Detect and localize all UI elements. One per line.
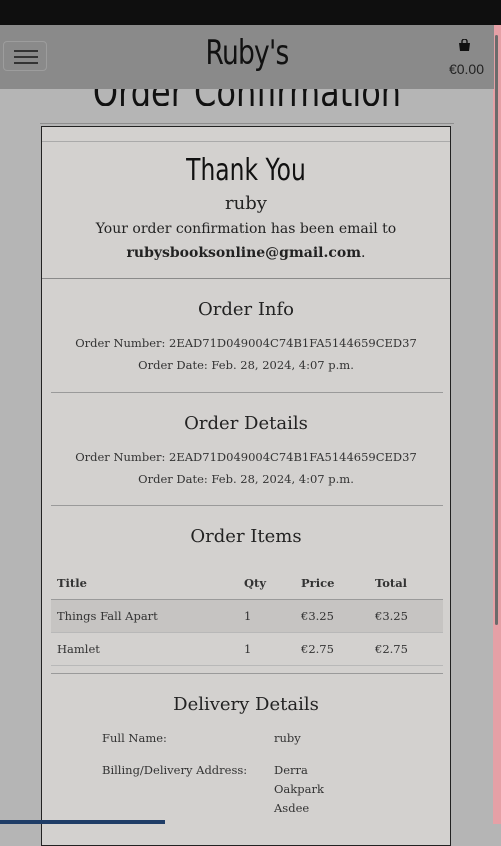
address-label: Billing/Delivery Address: xyxy=(102,763,248,777)
delivery-details-title: Delivery Details xyxy=(173,694,319,715)
scrollbar-track[interactable] xyxy=(493,25,501,824)
table-row: Things Fall Apart 1 €3.25 €3.25 xyxy=(51,599,443,633)
order-items-table: Title Qty Price Total Things Fall Apart … xyxy=(51,567,443,666)
order-confirmation-card: Thank You ruby Your order confirmation h… xyxy=(41,126,451,846)
heading-divider xyxy=(40,123,454,124)
address-line: Derra xyxy=(274,763,308,777)
section-divider xyxy=(51,673,443,674)
item-price: €3.25 xyxy=(295,599,369,633)
order-info-date: Order Date: Feb. 28, 2024, 4:07 p.m. xyxy=(138,358,354,372)
browser-top-bar xyxy=(0,0,501,25)
item-title: Hamlet xyxy=(51,632,238,666)
shopping-bag-icon xyxy=(459,39,470,51)
column-header-price: Price xyxy=(295,567,369,600)
confirmation-email: rubysbooksonline@gmail.com xyxy=(126,245,362,261)
order-details-date: Order Date: Feb. 28, 2024, 4:07 p.m. xyxy=(138,472,354,486)
menu-icon-bar xyxy=(14,62,38,64)
section-divider xyxy=(42,278,450,279)
item-qty: 1 xyxy=(238,599,295,633)
confirmation-message: Your order confirmation has been email t… xyxy=(95,221,397,237)
navbar: Ruby's €0.00 xyxy=(0,25,494,89)
order-details-number: Order Number: 2EAD71D049004C74B1FA514465… xyxy=(75,450,417,464)
brand-logo[interactable]: Ruby's xyxy=(54,33,439,73)
menu-icon-bar xyxy=(14,56,38,58)
order-info-title: Order Info xyxy=(197,299,295,320)
scrollbar-thumb[interactable] xyxy=(495,35,498,625)
item-price: €2.75 xyxy=(295,632,369,666)
card-top-divider xyxy=(42,141,450,142)
column-header-qty: Qty xyxy=(238,567,295,600)
bottom-status-bar xyxy=(0,820,165,824)
table-header-row: Title Qty Price Total xyxy=(51,567,443,600)
item-qty: 1 xyxy=(238,632,295,666)
order-info-number: Order Number: 2EAD71D049004C74B1FA514465… xyxy=(75,336,417,350)
customer-name: ruby xyxy=(225,193,267,214)
address-line: Oakpark xyxy=(274,782,324,796)
order-details-title: Order Details xyxy=(184,413,308,434)
menu-toggle-button[interactable] xyxy=(3,41,47,71)
full-name-value: ruby xyxy=(274,731,301,745)
address-line: Asdee xyxy=(274,801,310,815)
cart-total[interactable]: €0.00 xyxy=(449,61,484,77)
table-row: Hamlet 1 €2.75 €2.75 xyxy=(51,632,443,666)
cart-link[interactable] xyxy=(459,39,474,51)
menu-icon-bar xyxy=(14,50,38,52)
section-divider xyxy=(51,505,443,506)
section-divider xyxy=(51,392,443,393)
item-total: €3.25 xyxy=(369,599,443,633)
confirmation-email-line: rubysbooksonline@gmail.com. xyxy=(42,245,450,261)
thank-you-title: Thank You xyxy=(186,153,306,188)
item-total: €2.75 xyxy=(369,632,443,666)
full-name-label: Full Name: xyxy=(102,731,167,745)
column-header-total: Total xyxy=(369,567,443,600)
item-title: Things Fall Apart xyxy=(51,599,238,633)
order-items-title: Order Items xyxy=(190,526,302,547)
email-suffix: . xyxy=(361,245,366,261)
column-header-title: Title xyxy=(51,567,238,600)
